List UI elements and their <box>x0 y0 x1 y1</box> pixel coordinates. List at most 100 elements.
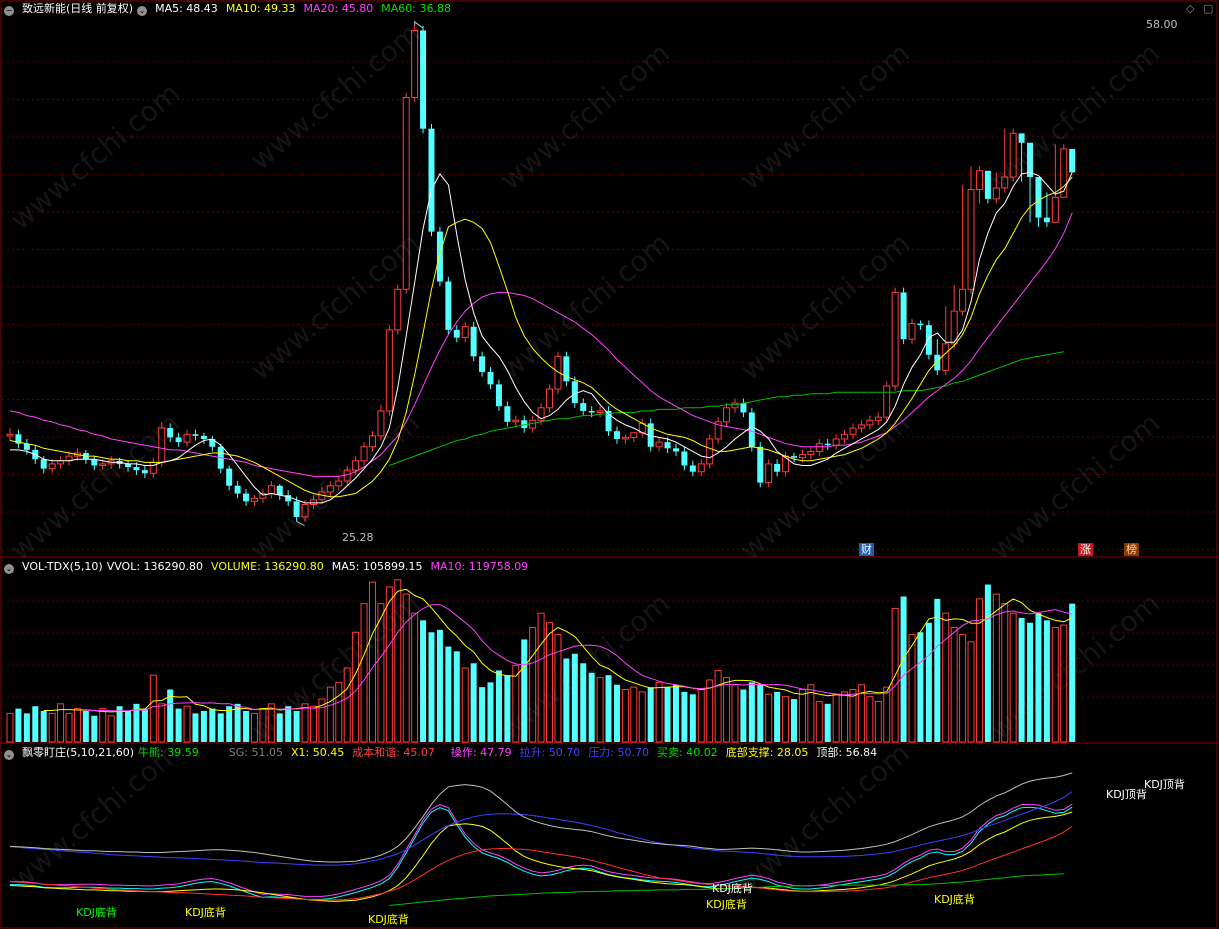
candle-body <box>226 468 233 486</box>
candle-body <box>394 288 402 331</box>
volume-bar <box>402 593 410 743</box>
volume-bar <box>293 710 300 742</box>
volume-bar <box>461 667 469 743</box>
candle-body <box>706 438 714 465</box>
candle-body <box>1009 132 1017 178</box>
candle-body <box>841 433 849 440</box>
candle-body <box>883 385 891 418</box>
candle-body <box>23 443 30 450</box>
chevron-down-icon[interactable]: ⌄ <box>137 6 148 16</box>
volume-bar <box>529 626 537 743</box>
volume-bar <box>285 706 292 742</box>
volume-bar <box>1069 603 1076 742</box>
volume-bar <box>917 632 924 742</box>
volume-bar <box>841 691 849 743</box>
volume-bar <box>605 675 612 742</box>
candle-body <box>326 485 334 493</box>
niuxiong-value: 牛熊: 39.59 <box>138 746 199 759</box>
volume-bar <box>250 712 258 743</box>
candle-body <box>832 438 840 446</box>
candle-body <box>723 407 731 423</box>
limit-up-marker[interactable]: 涨 <box>1078 543 1093 556</box>
price-header: − 致远新能(日线 前复权) ⌄ MA5: 48.43 MA10: 49.33 MA20:… <box>4 1 459 17</box>
indicator-line <box>10 806 1073 900</box>
kdj-bottom-signal: KDJ底背 <box>712 882 753 895</box>
volume-bar <box>73 708 81 743</box>
chevron-down-icon[interactable]: ⌄ <box>4 750 14 760</box>
volume-bar <box>1018 617 1025 742</box>
candle-body <box>149 461 157 474</box>
candle-body <box>1035 177 1042 218</box>
kdj-bottom-signal: KDJ底背 <box>706 898 747 911</box>
volume-bar <box>1027 622 1034 742</box>
dibu-value: 底部支撑: 28.05 <box>725 746 809 759</box>
volume-bar <box>453 651 460 742</box>
volume-bar <box>638 691 646 743</box>
volume-bar <box>782 696 790 743</box>
ranking-marker[interactable]: 榜 <box>1124 543 1139 556</box>
volume-bar <box>757 684 764 742</box>
volume-bar <box>537 612 545 743</box>
tisheng-value: 拉升: 50.70 <box>519 746 581 759</box>
volume-bar <box>23 713 30 742</box>
volume-bar <box>200 710 207 742</box>
volume-bar <box>65 712 73 743</box>
candle-body <box>1069 148 1076 173</box>
candle-body <box>512 419 520 423</box>
candle-body <box>857 424 865 429</box>
volume-bar <box>1035 613 1042 742</box>
volume-bar <box>655 681 663 743</box>
volume-bar <box>335 681 343 743</box>
candle-body <box>807 450 815 456</box>
volume-bar <box>48 712 56 743</box>
candle-body <box>866 419 874 426</box>
volume-bar <box>681 691 688 742</box>
candle-body <box>91 459 98 466</box>
candle-body <box>368 435 376 448</box>
candle-body <box>1043 217 1050 223</box>
volume-ma10-line <box>85 604 1073 712</box>
volume-bar <box>613 684 620 742</box>
indicator-cost-line <box>9 825 1073 901</box>
volume-bar <box>1051 626 1059 743</box>
ma10-value: MA10: 49.33 <box>225 2 296 15</box>
volume-bar <box>1001 603 1009 743</box>
volume-bar <box>984 584 991 742</box>
candle-body <box>243 493 250 502</box>
volume-bar <box>1060 624 1068 743</box>
candle-body <box>621 436 629 440</box>
chengben-value: 成本和谐: 45.07 <box>352 746 435 759</box>
diamond-icon[interactable]: ◇ <box>1186 2 1194 15</box>
candle-body <box>588 410 595 413</box>
candle-body <box>596 410 604 413</box>
candle-body <box>141 470 148 474</box>
collapse-icon[interactable]: − <box>4 6 14 16</box>
candle-body <box>40 459 47 469</box>
stock-chart[interactable] <box>0 0 1219 929</box>
volume-bar <box>765 693 773 743</box>
candle-body <box>420 30 427 129</box>
candle-body <box>655 441 663 448</box>
candle-body <box>495 384 502 407</box>
candle-body <box>782 455 790 473</box>
candle-body <box>167 428 174 438</box>
finance-marker[interactable]: 财 <box>859 543 874 556</box>
candle-body <box>900 292 907 340</box>
volume-bar <box>967 641 975 743</box>
caozuo-value: 操作: 47.79 <box>450 746 512 759</box>
volume-bar <box>487 682 494 742</box>
volume-bar <box>149 674 157 743</box>
indicator-operate-line <box>10 803 1073 897</box>
candle-body <box>445 281 452 330</box>
candle-body <box>192 434 199 436</box>
window-icon[interactable]: ▢ <box>1203 2 1213 15</box>
vvol-value: VVOL: 136290.80 <box>106 560 204 573</box>
candle-body <box>99 463 107 466</box>
volume-bar <box>647 687 654 742</box>
volume-bar <box>664 687 671 742</box>
candle-body <box>740 403 747 413</box>
volume-bar <box>1009 612 1017 743</box>
volume-bar <box>621 689 629 743</box>
chevron-down-icon[interactable]: ⌄ <box>4 564 14 574</box>
high-marker-arrow <box>414 20 423 29</box>
